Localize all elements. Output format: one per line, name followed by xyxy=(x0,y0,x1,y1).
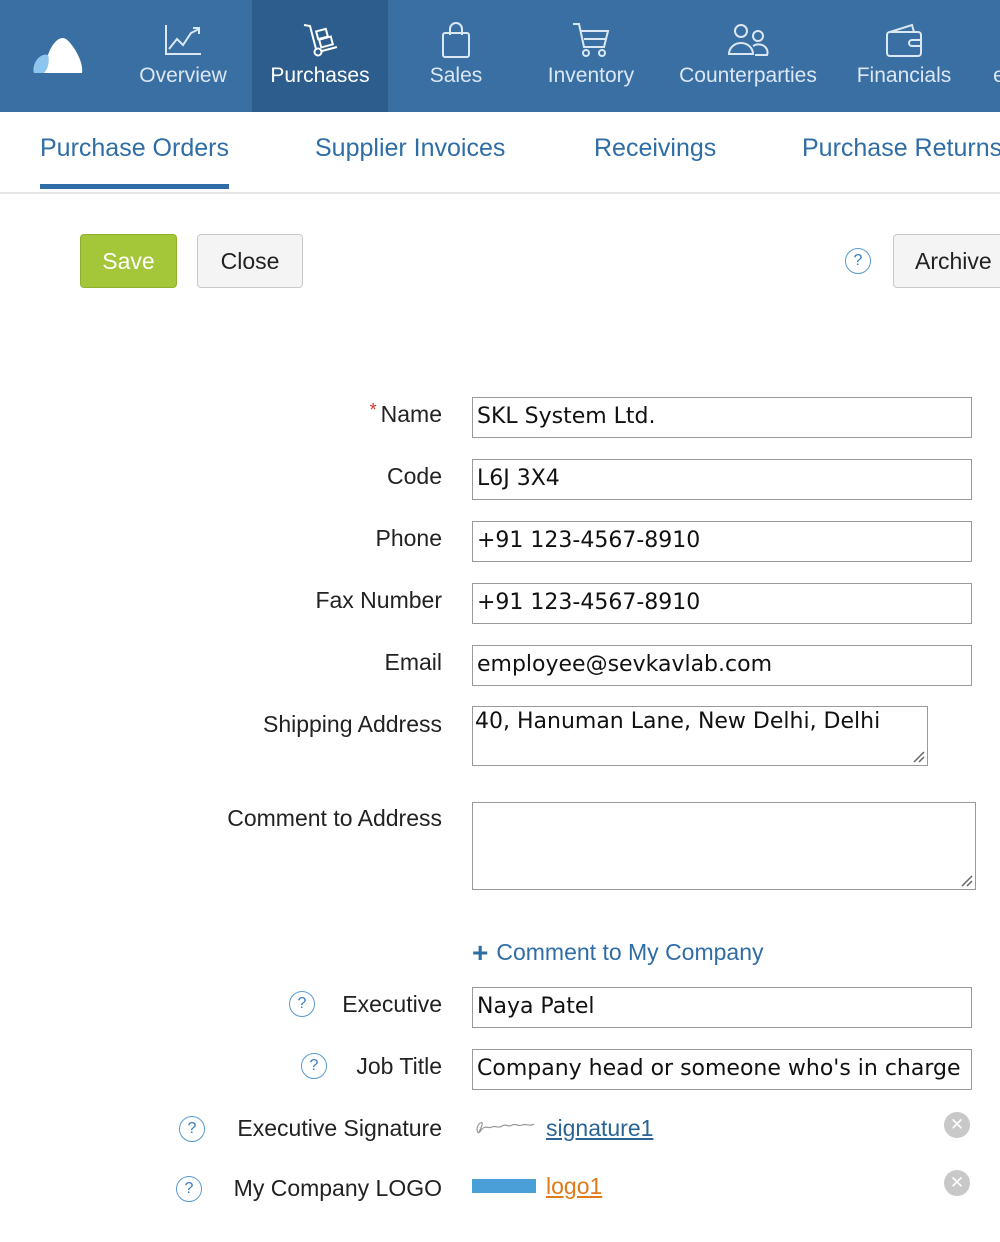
shopping-bag-icon xyxy=(434,20,478,60)
executive-help-icon[interactable]: ? xyxy=(289,991,315,1017)
job-title-help-icon[interactable]: ? xyxy=(301,1053,327,1079)
wallet-icon xyxy=(882,20,926,60)
executive-label: Executive xyxy=(342,991,442,1017)
name-label: * Name xyxy=(369,400,442,427)
shipping-address-textarea[interactable]: 40, Hanuman Lane, New Delhi, Delhi xyxy=(472,706,928,766)
tab-receivings[interactable]: Receivings xyxy=(594,134,716,163)
signature-help-icon[interactable]: ? xyxy=(179,1116,205,1142)
hand-truck-icon xyxy=(298,20,342,60)
chart-line-icon xyxy=(161,20,205,60)
fax-label: Fax Number xyxy=(315,587,442,613)
top-navigation: Overview Purchases Sales Inventory Count… xyxy=(0,0,1000,112)
users-icon xyxy=(726,20,770,60)
required-marker: * xyxy=(369,400,377,420)
archive-button[interactable]: Archive xyxy=(893,234,1000,288)
resize-handle-icon[interactable] xyxy=(911,749,925,763)
save-button[interactable]: Save xyxy=(80,234,177,288)
phone-label: Phone xyxy=(375,525,442,551)
phone-field[interactable]: +91 123-4567-8910 xyxy=(472,521,972,562)
email-field[interactable]: employee@sevkavlab.com xyxy=(472,645,972,686)
logo-help-icon[interactable]: ? xyxy=(176,1176,202,1202)
tab-purchase-orders[interactable]: Purchase Orders xyxy=(40,134,229,189)
fax-field[interactable]: +91 123-4567-8910 xyxy=(472,583,972,624)
executive-field[interactable]: Naya Patel xyxy=(472,987,972,1028)
code-field[interactable]: L6J 3X4 xyxy=(472,459,972,500)
add-comment-to-company-link[interactable]: + Comment to My Company xyxy=(472,935,764,968)
resize-handle-icon[interactable] xyxy=(959,873,973,887)
remove-signature-icon[interactable]: ✕ xyxy=(944,1112,970,1138)
logo-file-link[interactable]: logo1 xyxy=(546,1173,602,1200)
signature-file-link[interactable]: signature1 xyxy=(546,1115,653,1142)
nav-overview[interactable]: Overview xyxy=(124,0,242,112)
logo-label: My Company LOGO xyxy=(233,1175,442,1201)
nav-purchases[interactable]: Purchases xyxy=(252,0,388,112)
close-button[interactable]: Close xyxy=(197,234,303,288)
comment-address-textarea[interactable] xyxy=(472,802,976,890)
nav-counterparties[interactable]: Counterparties xyxy=(670,0,826,112)
help-icon[interactable]: ? xyxy=(845,248,871,274)
nav-financials[interactable]: Financials xyxy=(846,0,962,112)
signature-thumbnail xyxy=(476,1121,535,1134)
nav-sales[interactable]: Sales xyxy=(398,0,514,112)
tab-supplier-invoices[interactable]: Supplier Invoices xyxy=(315,134,505,163)
plus-icon: + xyxy=(472,937,489,968)
name-field[interactable]: SKL System Ltd. xyxy=(472,397,972,438)
cart-icon xyxy=(569,20,613,60)
nav-more[interactable]: e xyxy=(984,0,1000,112)
tab-purchase-returns[interactable]: Purchase Returns xyxy=(802,134,1000,163)
signature-label: Executive Signature xyxy=(237,1115,442,1141)
code-label: Code xyxy=(387,463,442,489)
email-label: Email xyxy=(384,649,442,675)
nav-inventory[interactable]: Inventory xyxy=(532,0,650,112)
app-logo[interactable] xyxy=(30,33,86,75)
job-title-field[interactable]: Company head or someone who's in charge xyxy=(472,1049,972,1090)
shipping-address-label: Shipping Address xyxy=(262,711,442,737)
sub-tabs: Purchase Orders Supplier Invoices Receiv… xyxy=(0,112,1000,194)
logo-thumbnail xyxy=(472,1179,536,1193)
comment-address-label: Comment to Address xyxy=(227,805,442,831)
job-title-label: Job Title xyxy=(356,1053,442,1079)
remove-logo-icon[interactable]: ✕ xyxy=(944,1170,970,1196)
